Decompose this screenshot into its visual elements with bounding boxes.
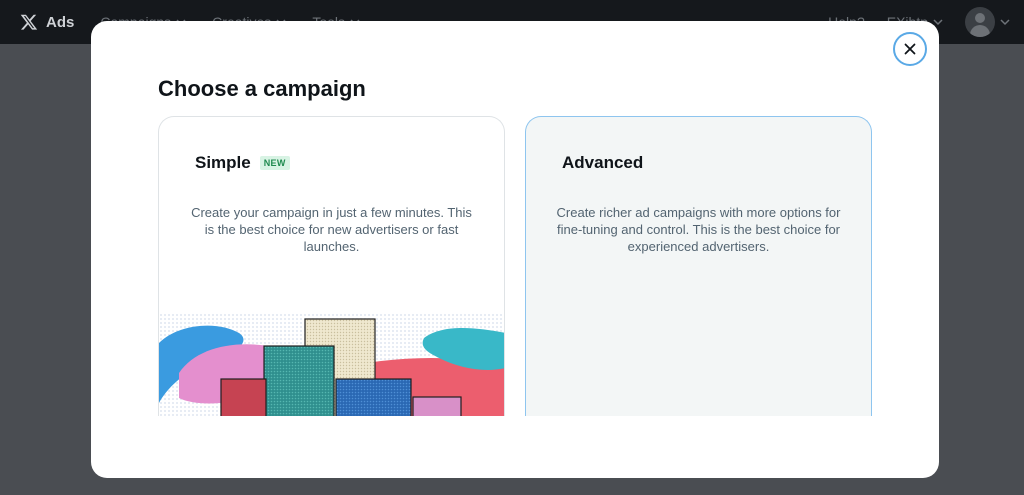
- modal-title: Choose a campaign: [158, 76, 366, 101]
- card-header: Advanced: [562, 153, 643, 173]
- x-logo-icon: [20, 14, 38, 30]
- chevron-down-icon: [1000, 19, 1010, 26]
- new-badge: NEW: [259, 156, 290, 170]
- card-title: Advanced: [562, 153, 644, 172]
- simple-campaign-illustration: [159, 313, 504, 416]
- campaign-option-simple[interactable]: Simple NEW Create your campaign in just …: [158, 116, 505, 416]
- close-icon: [904, 43, 916, 55]
- campaign-option-advanced[interactable]: Advanced Create richer ad campaigns with…: [525, 116, 872, 416]
- card-title: Simple: [195, 153, 251, 172]
- close-button[interactable]: [893, 32, 927, 66]
- choose-campaign-modal: Choose a campaign Simple NEW Create your…: [91, 21, 939, 478]
- user-menu[interactable]: [965, 7, 1010, 37]
- brand[interactable]: Ads: [20, 13, 74, 31]
- brand-label: Ads: [46, 13, 75, 31]
- card-description: Create your campaign in just a few minut…: [191, 205, 472, 254]
- card-header: Simple NEW: [195, 153, 290, 173]
- user-avatar-icon: [965, 7, 995, 37]
- card-description: Create richer ad campaigns with more opt…: [556, 205, 841, 254]
